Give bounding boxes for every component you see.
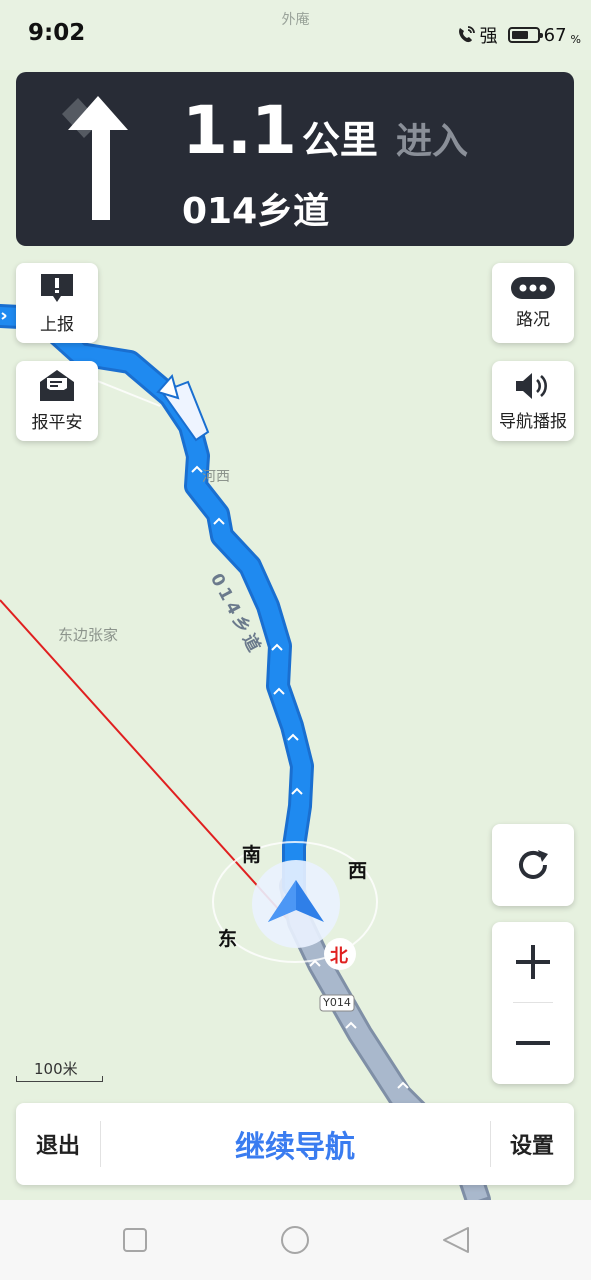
distance-line: 1.1 公里 进入 — [182, 92, 468, 169]
place-label-hexi: 河西 — [202, 469, 230, 485]
zoom-out-button[interactable] — [492, 1003, 574, 1083]
speaker-icon — [516, 372, 547, 399]
compass-south: 南 — [242, 844, 262, 866]
distance-value: 1.1 — [182, 92, 297, 169]
refresh-route-button[interactable] — [492, 824, 574, 906]
traffic-label: 路况 — [516, 309, 550, 330]
report-label: 上报 — [40, 314, 74, 335]
voice-broadcast-label: 导航播报 — [499, 411, 567, 432]
signal-text: 强 — [479, 26, 498, 47]
status-icons: 强 67% — [456, 22, 581, 48]
traffic-dots-icon — [511, 276, 555, 299]
road-shield-text: Y014 — [323, 996, 351, 1009]
zoom-control — [492, 922, 574, 1084]
report-button[interactable]: 上报 — [16, 263, 98, 343]
zoom-in-button[interactable] — [492, 922, 574, 1002]
compass-east: 东 — [218, 928, 238, 950]
map-scale-bar — [16, 1076, 103, 1082]
battery-icon — [507, 27, 543, 43]
bottom-action-bar: 退出 继续导航 设置 — [16, 1103, 574, 1185]
action-text: 进入 — [395, 121, 468, 162]
place-label-dongbian: 东边张家 — [58, 626, 119, 644]
compass-north: 北 — [330, 946, 348, 967]
arrow-straight-icon — [56, 90, 156, 230]
distance-unit: 公里 — [301, 118, 378, 162]
home-icon[interactable] — [281, 1226, 309, 1254]
recent-apps-icon[interactable] — [123, 1228, 147, 1252]
safe-report-label: 报平安 — [31, 412, 83, 433]
battery-percent: 67 — [543, 24, 567, 46]
voice-broadcast-button[interactable]: 导航播报 — [492, 361, 574, 441]
settings-button[interactable]: 设置 — [490, 1103, 574, 1185]
compass-west: 西 — [348, 860, 368, 882]
status-bar: 9:02 外庵 强 67% — [0, 0, 591, 70]
exit-button[interactable]: 退出 — [16, 1103, 100, 1185]
back-icon[interactable] — [443, 1227, 469, 1253]
next-road-name: 014乡道 — [182, 191, 330, 232]
system-navigation-bar — [0, 1200, 591, 1280]
plus-icon — [516, 945, 550, 979]
continue-navigation-button[interactable]: 继续导航 — [100, 1103, 490, 1185]
refresh-icon — [519, 850, 548, 879]
battery-percent-sign: % — [570, 33, 581, 46]
wifi-call-icon — [458, 26, 475, 43]
envelope-icon — [40, 369, 74, 401]
safe-report-button[interactable]: 报平安 — [16, 361, 98, 441]
report-icon — [41, 273, 73, 302]
minus-icon — [516, 1041, 550, 1045]
guidance-panel: 1.1 公里 进入 014乡道 — [16, 72, 574, 246]
traffic-button[interactable]: 路况 — [492, 263, 574, 343]
